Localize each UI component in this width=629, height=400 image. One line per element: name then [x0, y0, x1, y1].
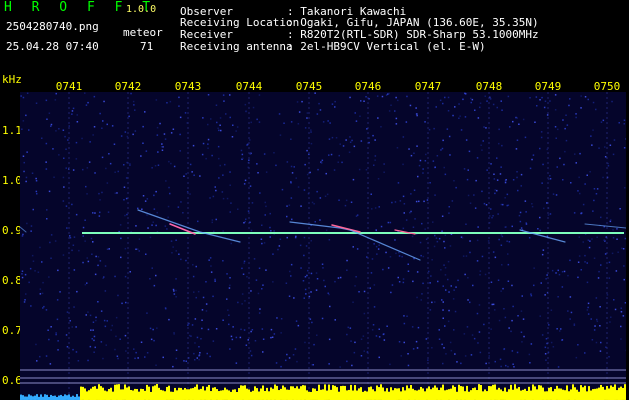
- spectrogram-plot: [20, 92, 626, 400]
- info-label-antenna: Receiving antenna: [180, 40, 293, 53]
- info-value-antenna: : 2el-HB9CV Vertical (el. E-W): [287, 40, 486, 53]
- timestamp-label: 25.04.28 07:40: [6, 40, 99, 53]
- hrofft-window: H R O F F T 1.0.0 2504280740.png meteor …: [0, 0, 629, 400]
- y-tick-0.7: 0.7: [2, 324, 22, 337]
- meteor-label: meteor: [123, 26, 163, 39]
- spectrogram-canvas: [20, 92, 626, 400]
- y-tick-1.0: 1.0: [2, 174, 22, 187]
- y-axis-unit: kHz: [2, 73, 22, 86]
- y-tick-0.9: 0.9: [2, 224, 22, 237]
- app-version: 1.0.0: [126, 4, 157, 15]
- activity-bars: [20, 384, 626, 400]
- meteor-echoes: [20, 209, 626, 261]
- grid-lines: [68, 92, 608, 400]
- y-tick-0.8: 0.8: [2, 274, 22, 287]
- y-tick-1.1: 1.1: [2, 124, 22, 137]
- y-tick-0.6: 0.6: [2, 374, 22, 387]
- noise-field: [20, 92, 626, 368]
- filename-label: 2504280740.png: [6, 20, 99, 33]
- meteor-count: 71: [140, 40, 154, 53]
